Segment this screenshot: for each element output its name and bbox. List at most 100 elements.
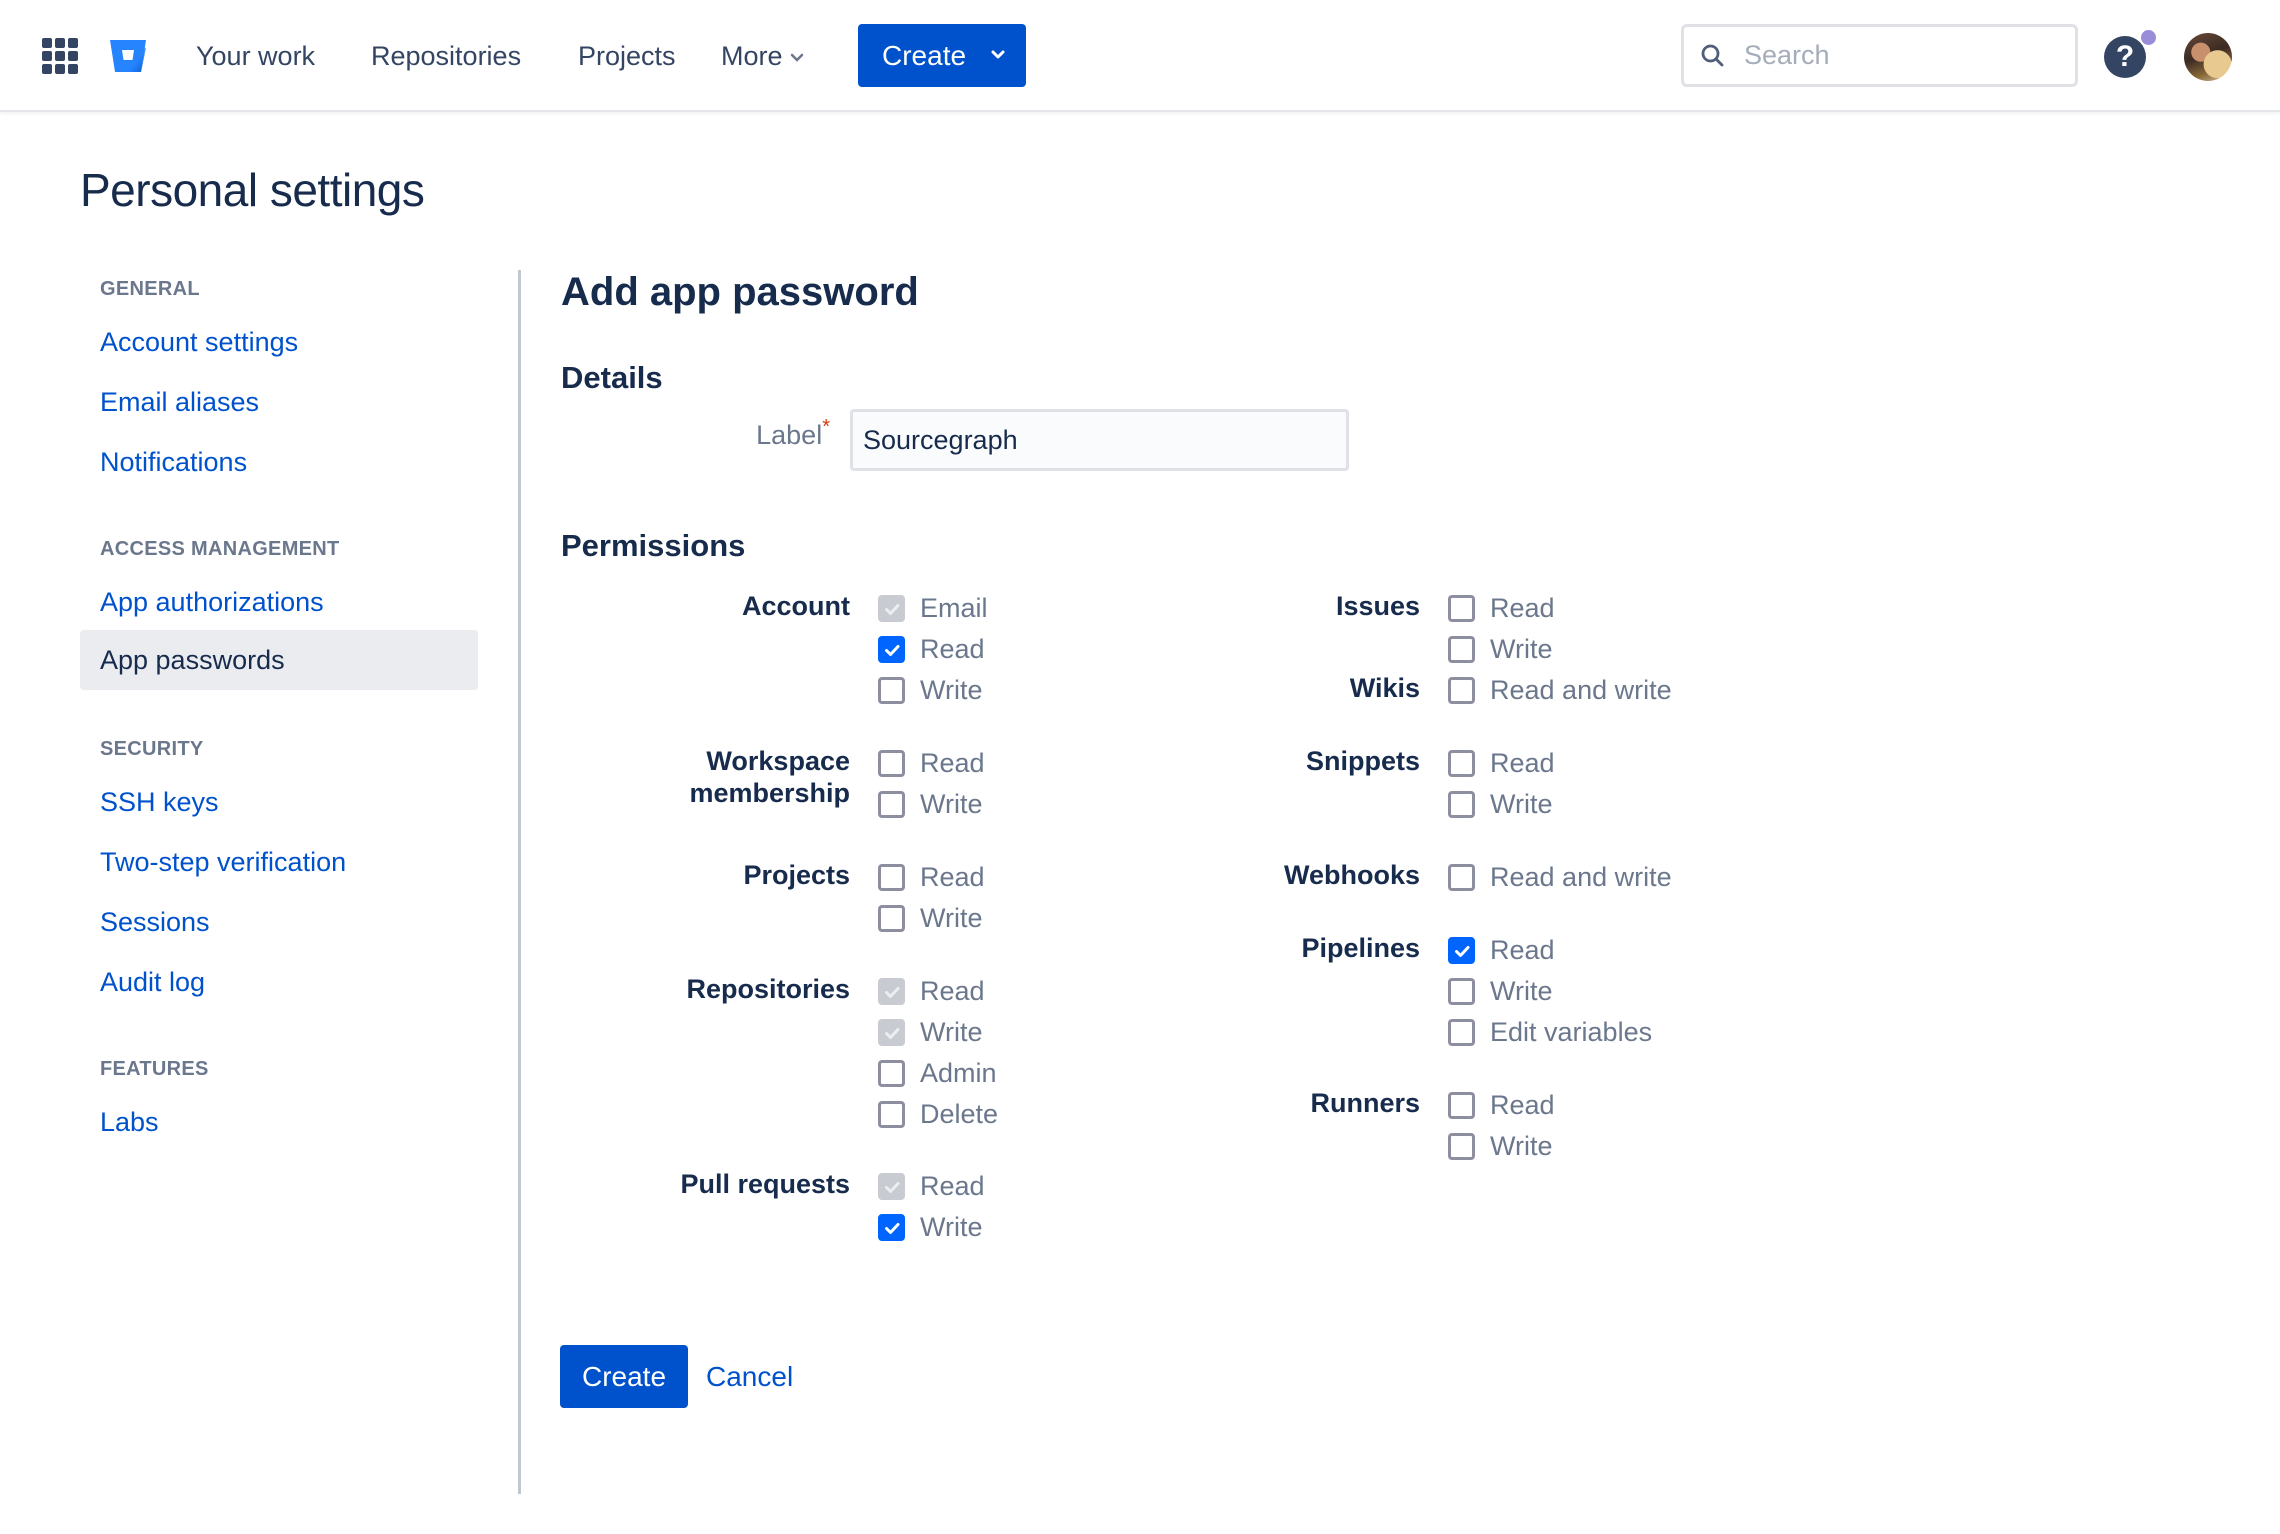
nav-more-label: More	[721, 41, 783, 71]
label-field-label: Label*	[748, 416, 830, 451]
checkmark-icon	[885, 1182, 900, 1193]
permission-group-label-workspace-membership: Workspace membership	[450, 745, 850, 809]
sidebar-item-sessions[interactable]: Sessions	[80, 892, 478, 952]
checkbox-repositories-read: Read	[878, 971, 985, 1012]
checkbox-unchecked-icon[interactable]	[878, 1101, 905, 1128]
checkbox-unchecked-icon[interactable]	[878, 1060, 905, 1087]
checkbox-checked-icon	[878, 978, 905, 1005]
checkbox-label: Read	[1490, 748, 1555, 778]
checkbox-checked-icon	[878, 1019, 905, 1046]
sidebar-item-app-authorizations[interactable]: App authorizations	[80, 572, 478, 632]
nav-repositories[interactable]: Repositories	[371, 36, 521, 76]
chevron-down-icon	[790, 53, 803, 62]
checkbox-unchecked-icon[interactable]	[1448, 791, 1475, 818]
user-avatar[interactable]	[2184, 33, 2232, 81]
checkbox-checked-icon[interactable]	[1448, 937, 1475, 964]
sidebar-section-features: FEATURES	[100, 1058, 209, 1080]
create-button-label: Create	[882, 40, 967, 71]
checkmark-icon	[885, 604, 900, 615]
checkbox-label: Edit variables	[1490, 1017, 1653, 1047]
checkbox-unchecked-icon[interactable]	[1448, 677, 1475, 704]
checkbox-unchecked-icon[interactable]	[1448, 864, 1475, 891]
checkbox-unchecked-icon[interactable]	[878, 677, 905, 704]
search-input[interactable]	[1744, 35, 2064, 75]
permission-group-label-runners: Runners	[1310, 1088, 1420, 1118]
permission-group-label-account: Account	[742, 591, 850, 621]
checkbox-workspace-membership-read[interactable]: Read	[878, 743, 985, 784]
permission-group-label-pipelines: Pipelines	[1301, 933, 1420, 963]
checkbox-account-read[interactable]: Read	[878, 629, 985, 670]
details-heading: Details	[561, 360, 663, 395]
checkbox-unchecked-icon[interactable]	[878, 864, 905, 891]
checkbox-label: Email	[920, 593, 988, 623]
checkbox-pull-requests-read: Read	[878, 1166, 985, 1207]
checkbox-unchecked-icon[interactable]	[1448, 750, 1475, 777]
create-app-password-button[interactable]: Create	[560, 1345, 688, 1408]
checkbox-pull-requests-write[interactable]: Write	[878, 1207, 983, 1248]
checkbox-unchecked-icon[interactable]	[878, 905, 905, 932]
checkbox-account-write[interactable]: Write	[878, 670, 983, 711]
checkbox-unchecked-icon[interactable]	[1448, 636, 1475, 663]
cancel-button[interactable]: Cancel	[706, 1345, 793, 1408]
checkbox-account-email: Email	[878, 588, 988, 629]
bitbucket-logo-icon[interactable]	[108, 38, 148, 74]
checkbox-unchecked-icon[interactable]	[1448, 1133, 1475, 1160]
checkbox-label: Read	[920, 634, 985, 664]
sidebar-item-audit-log[interactable]: Audit log	[80, 952, 478, 1012]
checkmark-icon	[885, 645, 900, 656]
checkbox-issues-write[interactable]: Write	[1448, 629, 1553, 670]
checkbox-checked-icon[interactable]	[878, 1214, 905, 1241]
checkbox-repositories-admin[interactable]: Admin	[878, 1053, 997, 1094]
checkbox-unchecked-icon[interactable]	[1448, 1092, 1475, 1119]
sidebar-item-account-settings[interactable]: Account settings	[80, 312, 478, 372]
checkbox-pipelines-write[interactable]: Write	[1448, 971, 1553, 1012]
create-button[interactable]: Create	[858, 24, 1026, 87]
checkbox-label: Delete	[920, 1099, 999, 1129]
sidebar-item-labs[interactable]: Labs	[80, 1092, 478, 1152]
checkbox-projects-write[interactable]: Write	[878, 898, 983, 939]
sidebar-item-two-step-verification[interactable]: Two-step verification	[80, 832, 478, 892]
app-switcher-grid-icon[interactable]	[42, 38, 78, 74]
checkbox-unchecked-icon[interactable]	[878, 750, 905, 777]
checkbox-projects-read[interactable]: Read	[878, 857, 985, 898]
sidebar-item-app-passwords[interactable]: App passwords	[80, 630, 478, 690]
checkbox-snippets-read[interactable]: Read	[1448, 743, 1555, 784]
search-field[interactable]	[1681, 24, 2078, 87]
checkbox-label: Write	[920, 789, 983, 819]
checkbox-issues-read[interactable]: Read	[1448, 588, 1555, 629]
permission-group-label-snippets: Snippets	[1305, 746, 1420, 776]
checkbox-unchecked-icon[interactable]	[1448, 1019, 1475, 1046]
nav-projects[interactable]: Projects	[578, 36, 676, 76]
checkbox-repositories-delete[interactable]: Delete	[878, 1094, 998, 1135]
checkbox-unchecked-icon[interactable]	[878, 791, 905, 818]
checkbox-workspace-membership-write[interactable]: Write	[878, 784, 983, 825]
nav-more[interactable]: More	[721, 36, 805, 76]
sidebar-item-ssh-keys[interactable]: SSH keys	[80, 772, 478, 832]
checkbox-runners-read[interactable]: Read	[1448, 1085, 1555, 1126]
sidebar-item-email-aliases[interactable]: Email aliases	[80, 372, 478, 432]
required-marker: *	[822, 416, 830, 438]
sidebar-item-notifications[interactable]: Notifications	[80, 432, 478, 492]
sidebar-section-security: SECURITY	[100, 738, 204, 760]
checkbox-pipelines-read[interactable]: Read	[1448, 930, 1555, 971]
checkbox-unchecked-icon[interactable]	[1448, 595, 1475, 622]
checkbox-unchecked-icon[interactable]	[1448, 978, 1475, 1005]
nav-your-work[interactable]: Your work	[196, 36, 315, 76]
permissions-heading: Permissions	[561, 528, 746, 563]
checkbox-snippets-write[interactable]: Write	[1448, 784, 1553, 825]
checkmark-icon	[885, 987, 900, 998]
top-navigation-bar: Your work Repositories Projects More Cre…	[0, 0, 2280, 112]
label-input[interactable]	[850, 409, 1349, 471]
checkbox-checked-icon	[878, 595, 905, 622]
checkbox-runners-write[interactable]: Write	[1448, 1126, 1553, 1167]
checkbox-checked-icon[interactable]	[878, 636, 905, 663]
help-icon[interactable]: ?	[2104, 36, 2146, 78]
checkbox-wikis-read-and-write[interactable]: Read and write	[1448, 670, 1672, 711]
checkbox-webhooks-read-and-write[interactable]: Read and write	[1448, 857, 1672, 898]
checkbox-pipelines-edit-variables[interactable]: Edit variables	[1448, 1012, 1652, 1053]
checkbox-label: Write	[1490, 789, 1553, 819]
permission-group-label-issues: Issues	[1335, 591, 1420, 621]
checkbox-label: Read	[920, 862, 985, 892]
checkbox-label: Read	[920, 748, 985, 778]
permission-group-label-line: Workspace	[706, 746, 850, 776]
